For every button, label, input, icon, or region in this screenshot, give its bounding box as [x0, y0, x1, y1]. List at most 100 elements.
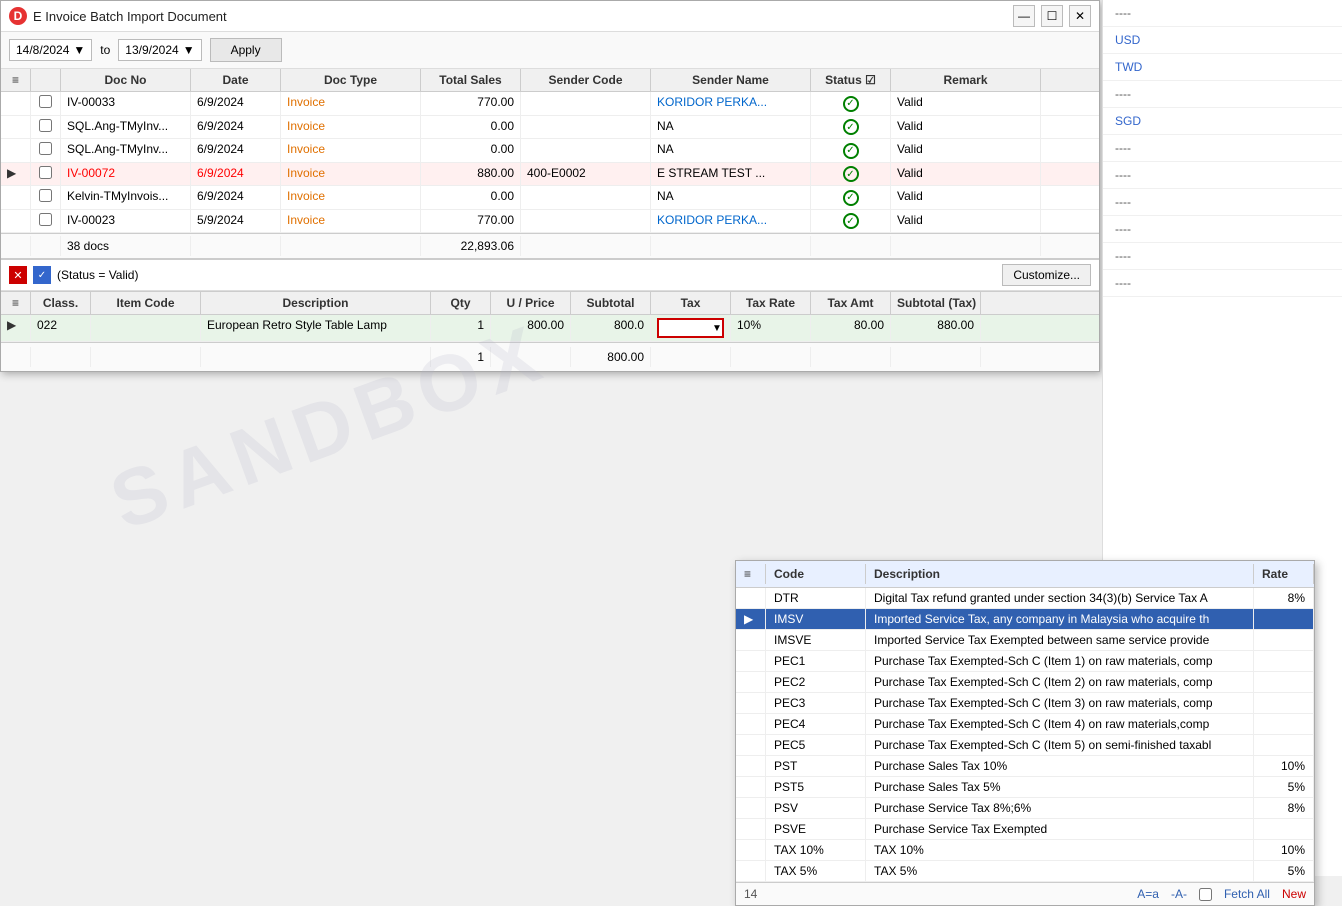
detail-col-subtotal: Subtotal	[571, 292, 651, 314]
minimize-button[interactable]: —	[1013, 5, 1035, 27]
tax-col-desc: Description	[866, 564, 1254, 584]
tax-row-code: PSVE	[766, 819, 866, 839]
detail-cell-class: 022	[31, 315, 91, 341]
cell-sendername: NA	[651, 186, 811, 209]
new-button[interactable]: New	[1282, 887, 1306, 901]
cell-sendername: KORIDOR PERKA...	[651, 210, 811, 233]
maximize-button[interactable]: ☐	[1041, 5, 1063, 27]
cell-check[interactable]	[31, 210, 61, 233]
fetch-all-checkbox[interactable]	[1199, 888, 1212, 901]
sidebar-item-usd[interactable]: USD	[1103, 27, 1342, 54]
detail-table-row[interactable]: ▶ 022 European Retro Style Table Lamp 1 …	[1, 315, 1099, 342]
tax-row-desc: Purchase Tax Exempted-Sch C (Item 3) on …	[866, 693, 1254, 713]
table-row[interactable]: SQL.Ang-TMyInv... 6/9/2024 Invoice 0.00 …	[1, 139, 1099, 163]
tax-row-desc: Purchase Sales Tax 10%	[866, 756, 1254, 776]
cell-doctype: Invoice	[281, 92, 421, 115]
detail-footer-e9	[891, 347, 981, 367]
detail-footer-e4	[201, 347, 431, 367]
filter-status-label: (Status = Valid)	[57, 268, 138, 282]
table-row[interactable]: IV-00023 5/9/2024 Invoice 770.00 KORIDOR…	[1, 210, 1099, 234]
sidebar-item-sgd[interactable]: SGD	[1103, 108, 1342, 135]
tax-dropdown-arrow[interactable]: ▼	[710, 323, 724, 334]
cell-totalsales: 0.00	[421, 139, 521, 162]
col-remark: Remark	[891, 69, 1041, 91]
detail-col-taxamt: Tax Amt	[811, 292, 891, 314]
to-date-input[interactable]: 13/9/2024 ▼	[118, 39, 201, 61]
list-item[interactable]: PEC3 Purchase Tax Exempted-Sch C (Item 3…	[736, 693, 1314, 714]
list-item[interactable]: DTR Digital Tax refund granted under sec…	[736, 588, 1314, 609]
list-item[interactable]: IMSVE Imported Service Tax Exempted betw…	[736, 630, 1314, 651]
table-row[interactable]: ▶ IV-00072 6/9/2024 Invoice 880.00 400-E…	[1, 163, 1099, 187]
table-row[interactable]: Kelvin-TMyInvois... 6/9/2024 Invoice 0.0…	[1, 186, 1099, 210]
cell-remark: Valid	[891, 210, 1041, 233]
tax-code-input[interactable]	[660, 321, 710, 335]
close-button[interactable]: ✕	[1069, 5, 1091, 27]
cell-arrow: ▶	[1, 163, 31, 186]
fetch-all-button[interactable]: Fetch All	[1224, 887, 1270, 901]
to-date-dropdown-icon[interactable]: ▼	[183, 43, 195, 57]
list-item[interactable]: PEC4 Purchase Tax Exempted-Sch C (Item 4…	[736, 714, 1314, 735]
cell-sendercode	[521, 116, 651, 139]
tax-row-arrow	[736, 630, 766, 650]
tax-col-rate: Rate	[1254, 564, 1314, 584]
cell-check[interactable]	[31, 116, 61, 139]
table-row[interactable]: SQL.Ang-TMyInv... 6/9/2024 Invoice 0.00 …	[1, 116, 1099, 140]
list-item[interactable]: PEC1 Purchase Tax Exempted-Sch C (Item 1…	[736, 651, 1314, 672]
list-item[interactable]: TAX 5% TAX 5% 5%	[736, 861, 1314, 882]
cell-sendercode: 400-E0002	[521, 163, 651, 186]
cell-check[interactable]	[31, 139, 61, 162]
col-date: Date	[191, 69, 281, 91]
cell-totalsales: 0.00	[421, 116, 521, 139]
detail-cell-uprice: 800.00	[491, 315, 571, 341]
cell-sendercode	[521, 92, 651, 115]
a-eq-a-button[interactable]: A=a	[1137, 887, 1159, 901]
cell-check[interactable]	[31, 186, 61, 209]
table-row[interactable]: IV-00033 6/9/2024 Invoice 770.00 KORIDOR…	[1, 92, 1099, 116]
customize-button[interactable]: Customize...	[1002, 264, 1091, 286]
tax-dropdown: ≡ Code Description Rate DTR Digital Tax …	[735, 560, 1315, 906]
cell-arrow	[1, 139, 31, 162]
cell-docno: IV-00033	[61, 92, 191, 115]
tax-row-rate: 10%	[1254, 840, 1314, 860]
cell-totalsales: 770.00	[421, 92, 521, 115]
tax-row-code: DTR	[766, 588, 866, 608]
list-item[interactable]: PSV Purchase Service Tax 8%;6% 8%	[736, 798, 1314, 819]
apply-button[interactable]: Apply	[210, 38, 282, 62]
sidebar-item-dash6: ----	[1103, 216, 1342, 243]
from-date-input[interactable]: 14/8/2024 ▼	[9, 39, 92, 61]
cell-sendername: KORIDOR PERKA...	[651, 92, 811, 115]
from-date-dropdown-icon[interactable]: ▼	[73, 43, 85, 57]
footer-empty8	[891, 236, 1041, 256]
detail-footer: 1 800.00	[1, 342, 1099, 371]
cell-check[interactable]	[31, 92, 61, 115]
list-item[interactable]: PEC5 Purchase Tax Exempted-Sch C (Item 5…	[736, 735, 1314, 756]
list-item[interactable]: PEC2 Purchase Tax Exempted-Sch C (Item 2…	[736, 672, 1314, 693]
tax-row-arrow	[736, 651, 766, 671]
tax-row-desc: Purchase Service Tax 8%;6%	[866, 798, 1254, 818]
cell-arrow	[1, 186, 31, 209]
cell-sendername: NA	[651, 139, 811, 162]
sidebar-item-twd[interactable]: TWD	[1103, 54, 1342, 81]
list-item[interactable]: PST5 Purchase Sales Tax 5% 5%	[736, 777, 1314, 798]
remove-filter-button[interactable]: ✕	[9, 266, 27, 284]
a-minus-button[interactable]: -A-	[1171, 887, 1187, 901]
list-item[interactable]: TAX 10% TAX 10% 10%	[736, 840, 1314, 861]
tax-row-code: IMSVE	[766, 630, 866, 650]
cell-date: 5/9/2024	[191, 210, 281, 233]
tax-row-arrow	[736, 819, 766, 839]
detail-cell-tax[interactable]: ▼	[651, 315, 731, 341]
list-item[interactable]: ▶ IMSV Imported Service Tax, any company…	[736, 609, 1314, 630]
detail-footer-qty: 1	[431, 347, 491, 367]
tax-row-desc: Purchase Tax Exempted-Sch C (Item 2) on …	[866, 672, 1254, 692]
tax-row-desc: Purchase Tax Exempted-Sch C (Item 1) on …	[866, 651, 1254, 671]
list-item[interactable]: PSVE Purchase Service Tax Exempted	[736, 819, 1314, 840]
cell-check[interactable]	[31, 163, 61, 186]
footer-empty4	[281, 236, 421, 256]
detail-col-uprice: U / Price	[491, 292, 571, 314]
detail-col-class: Class.	[31, 292, 91, 314]
tax-row-arrow	[736, 798, 766, 818]
tax-row-rate: 10%	[1254, 756, 1314, 776]
tax-row-desc: Purchase Tax Exempted-Sch C (Item 5) on …	[866, 735, 1254, 755]
list-item[interactable]: PST Purchase Sales Tax 10% 10%	[736, 756, 1314, 777]
cell-docno: SQL.Ang-TMyInv...	[61, 139, 191, 162]
